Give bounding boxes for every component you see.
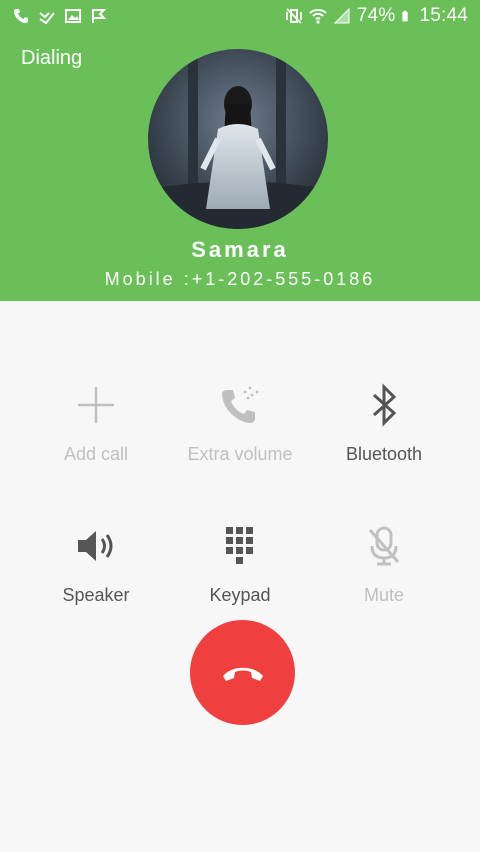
bluetooth-label: Bluetooth <box>345 444 423 464</box>
mute-mic-icon <box>368 526 400 566</box>
battery-percent: 74% <box>356 5 396 26</box>
call-state: Dialing <box>21 47 83 69</box>
mute-button[interactable]: Mute <box>309 521 459 621</box>
gallery-icon <box>65 9 81 23</box>
signal-icon <box>333 7 350 24</box>
clock: 15:44 <box>419 5 468 26</box>
wifi-icon <box>309 9 327 24</box>
end-call-icon <box>222 667 263 681</box>
speaker-icon <box>78 531 113 561</box>
keypad-button[interactable]: Keypad <box>165 521 315 621</box>
battery-icon <box>402 10 409 22</box>
speaker-button[interactable]: Speaker <box>21 521 171 621</box>
end-call-button[interactable] <box>190 620 295 725</box>
contact-name: Samara <box>191 237 289 262</box>
contact-avatar <box>148 49 328 229</box>
flag-icon <box>92 9 107 23</box>
speaker-label: Speaker <box>62 585 130 605</box>
mute-label: Mute <box>363 585 405 605</box>
bluetooth-icon <box>372 383 397 427</box>
mute-vibrate-icon <box>285 8 302 24</box>
phone-icon <box>14 9 28 23</box>
extra-volume-button[interactable]: Extra volume <box>165 380 315 480</box>
status-bar: 74% 15:44 <box>0 0 480 32</box>
add-call-button[interactable]: Add call <box>21 380 171 480</box>
plus-icon <box>78 387 114 423</box>
keypad-label: Keypad <box>209 585 271 605</box>
add-call-label: Add call <box>63 444 129 464</box>
caller-header: 74% 15:44 Dialing Samara Mobile:+1-202-… <box>0 0 480 301</box>
keypad-icon <box>226 527 253 564</box>
extra-volume-label: Extra volume <box>187 444 293 464</box>
missed-call-icon <box>39 12 55 25</box>
extra-volume-icon <box>222 386 259 423</box>
bluetooth-button[interactable]: Bluetooth <box>309 380 459 480</box>
contact-photo <box>148 49 328 229</box>
contact-number: Mobile :+1-202-555-0186 <box>104 269 376 289</box>
